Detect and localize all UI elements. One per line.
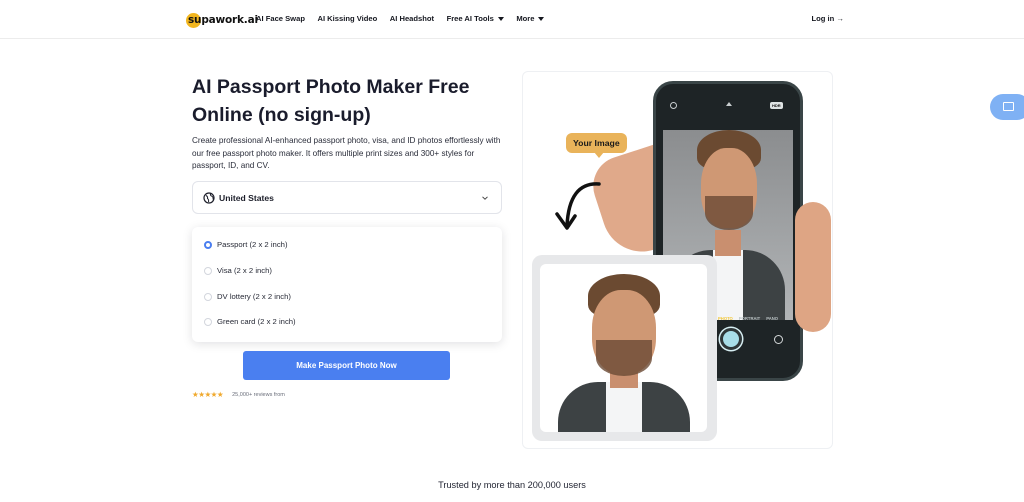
option-label: Green card (2 x 2 inch)	[217, 317, 296, 326]
reviews-count: 25,000+ reviews from	[232, 391, 285, 398]
radio-unchecked-icon	[204, 266, 212, 275]
id-card-icon	[1003, 102, 1014, 111]
radio-checked-icon	[204, 240, 212, 249]
hero-illustration: HDR PHOTO PORTRAIT PANO Your Image	[522, 71, 833, 449]
curved-arrow-icon	[555, 182, 601, 230]
camera-modes: PHOTO PORTRAIT PANO	[718, 316, 778, 321]
mode-photo: PHOTO	[718, 316, 733, 321]
mode-portrait: PORTRAIT	[738, 316, 761, 321]
main-nav: AI Face Swap AI Kissing Video AI Headsho…	[256, 14, 557, 23]
nav-free-ai-tools[interactable]: Free AI Tools	[447, 14, 504, 23]
chevron-up-icon	[726, 102, 732, 106]
photo-type-panel: Passport (2 x 2 inch) Visa (2 x 2 inch) …	[192, 227, 502, 342]
option-label: DV lottery (2 x 2 inch)	[217, 292, 291, 301]
login-link[interactable]: Log in →	[812, 14, 844, 23]
nav-more-label: More	[516, 14, 535, 23]
radio-unchecked-icon	[204, 317, 212, 326]
flash-icon	[670, 102, 677, 109]
option-passport[interactable]: Passport (2 x 2 inch)	[204, 240, 288, 249]
radio-unchecked-icon	[204, 292, 212, 301]
hdr-badge: HDR	[770, 102, 783, 109]
nav-free-ai-tools-label: Free AI Tools	[446, 14, 494, 23]
country-select-value: United States	[219, 193, 274, 203]
camera-top-bar: HDR	[666, 102, 791, 116]
mode-pano: PANO	[766, 316, 779, 321]
rotate-camera-icon	[774, 335, 783, 344]
chevron-down-icon	[482, 196, 488, 200]
globe-icon	[203, 192, 215, 204]
page-description: Create professional AI-enhanced passport…	[192, 136, 501, 171]
option-label: Visa (2 x 2 inch)	[217, 266, 272, 275]
nav-ai-kissing-video[interactable]: AI Kissing Video	[317, 14, 377, 23]
nav-ai-face-swap[interactable]: AI Face Swap	[256, 14, 305, 23]
chevron-down-icon	[538, 16, 545, 21]
trusted-by-text: Trusted by more than 200,000 users	[438, 480, 586, 490]
passport-photo-result	[540, 264, 707, 432]
page-title: AI Passport Photo Maker Free Online (no …	[192, 76, 470, 126]
country-select[interactable]: United States	[192, 181, 502, 214]
nav-more[interactable]: More	[516, 14, 545, 23]
logo[interactable]: supawork.ai	[186, 11, 258, 29]
your-image-tag: Your Image	[566, 133, 627, 158]
chevron-down-icon	[497, 16, 504, 21]
option-dv-lottery[interactable]: DV lottery (2 x 2 inch)	[204, 292, 291, 301]
option-label: Passport (2 x 2 inch)	[217, 240, 288, 249]
star-rating-icon: ★★★★★	[192, 390, 224, 399]
rating-row: ★★★★★ 25,000+ reviews from	[192, 390, 285, 399]
shutter-icon	[720, 328, 742, 350]
site-header: supawork.ai AI Face Swap AI Kissing Vide…	[0, 0, 1024, 39]
option-green-card[interactable]: Green card (2 x 2 inch)	[204, 317, 296, 326]
hand-fingers-image	[795, 202, 831, 332]
make-passport-photo-button[interactable]: Make Passport Photo Now	[243, 351, 450, 380]
option-visa[interactable]: Visa (2 x 2 inch)	[204, 266, 272, 275]
side-widget-button[interactable]	[990, 94, 1024, 120]
logo-text: supawork.ai	[188, 14, 258, 26]
nav-ai-headshot[interactable]: AI Headshot	[390, 14, 434, 23]
